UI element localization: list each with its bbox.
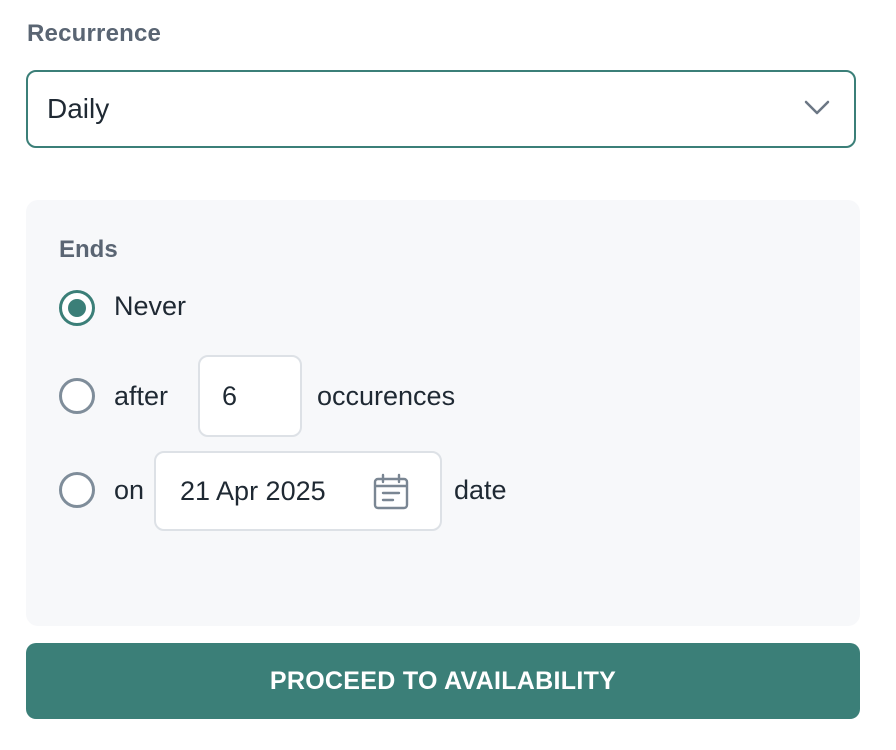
proceed-to-availability-button[interactable]: PROCEED TO AVAILABILITY: [26, 643, 860, 719]
radio-after[interactable]: [59, 378, 95, 414]
recurrence-label: Recurrence: [27, 20, 162, 47]
end-date-input[interactable]: 21 Apr 2025: [154, 451, 442, 531]
radio-on-date[interactable]: [59, 472, 95, 508]
chevron-down-icon: [804, 100, 830, 115]
recurrence-form: Recurrence Daily Ends Never after 6 occu…: [0, 0, 896, 750]
occurrences-label: occurences: [317, 381, 456, 411]
never-label: Never: [114, 291, 187, 321]
recurrence-selected-value: Daily: [47, 93, 110, 124]
after-label: after: [114, 381, 169, 411]
calendar-icon[interactable]: [372, 473, 410, 511]
radio-never[interactable]: [59, 290, 95, 326]
date-label: date: [454, 475, 507, 505]
occurrences-value: 6: [222, 380, 238, 411]
on-label: on: [114, 475, 145, 505]
radio-selected-dot: [68, 299, 86, 317]
recurrence-select[interactable]: Daily: [26, 70, 856, 148]
ends-label: Ends: [59, 236, 118, 263]
ends-panel: Ends Never after 6 occurences on 21 Apr …: [26, 200, 860, 626]
end-date-value: 21 Apr 2025: [180, 475, 326, 506]
occurrences-input[interactable]: 6: [198, 355, 302, 437]
